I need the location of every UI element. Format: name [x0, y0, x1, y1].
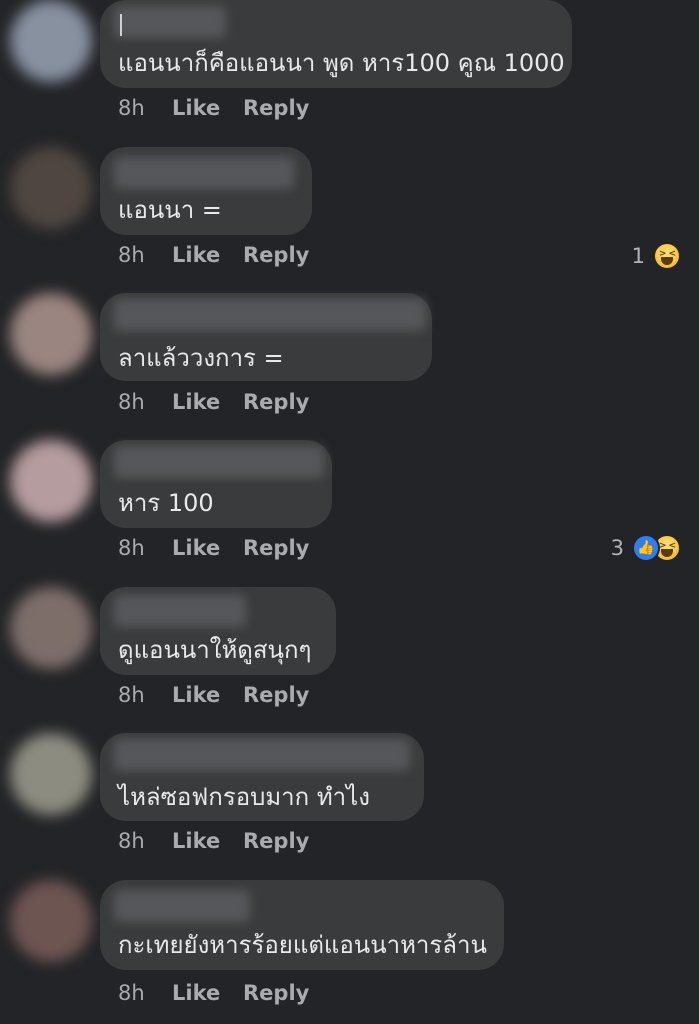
like-button[interactable]: Like — [172, 683, 243, 707]
avatar[interactable] — [10, 293, 92, 375]
comment-time[interactable]: 8h — [118, 981, 172, 1005]
comment-bubble: หาร 100 — [100, 440, 332, 528]
comment-time[interactable]: 8h — [118, 683, 172, 707]
author-name-redacted[interactable] — [114, 446, 324, 478]
reaction-summary[interactable]: 1 >< — [632, 241, 681, 271]
comment-text: ไหล่ซอฟกรอบมาก ทำไง — [118, 783, 370, 811]
author-name-redacted[interactable] — [114, 595, 246, 627]
like-button[interactable]: Like — [172, 243, 243, 267]
comment-actions: 8h Like Reply — [118, 390, 309, 414]
comment-text: กะเทยยังหารร้อยแต่แอนนาหารล้าน — [118, 931, 487, 959]
comment-actions: 8h Like Reply — [118, 536, 309, 560]
comment-time[interactable]: 8h — [118, 96, 172, 120]
reaction-summary[interactable]: 3 👍 >< — [611, 533, 681, 563]
avatar[interactable] — [10, 733, 92, 815]
author-name-redacted[interactable] — [114, 299, 426, 331]
reply-button[interactable]: Reply — [243, 243, 309, 267]
like-button[interactable]: Like — [172, 536, 243, 560]
comment-actions: 8h Like Reply — [118, 981, 309, 1005]
like-button[interactable]: Like — [172, 829, 243, 853]
avatar[interactable] — [10, 587, 92, 669]
avatar[interactable] — [10, 0, 92, 82]
reaction-count: 3 — [610, 536, 624, 560]
like-button[interactable]: Like — [172, 981, 243, 1005]
comment-text: ดูแอนนาให้ดูสนุกๆ — [118, 636, 312, 664]
like-icon: 👍 — [632, 534, 660, 562]
comment-text: แอนนาก็คือแอนนา พูด หาร100 คูณ 1000 — [118, 49, 565, 77]
like-button[interactable]: Like — [172, 96, 243, 120]
comment-bubble: ลาแล้ววงการ = — [100, 293, 432, 381]
comment-bubble: ดูแอนนาให้ดูสนุกๆ — [100, 587, 336, 675]
comment-bubble: ไหล่ซอฟกรอบมาก ทำไง — [100, 733, 424, 821]
author-name-redacted[interactable] — [114, 890, 250, 922]
author-name-redacted-mark — [120, 14, 122, 36]
author-name-redacted[interactable] — [114, 6, 226, 38]
comment-actions: 8h Like Reply — [118, 96, 309, 120]
reply-button[interactable]: Reply — [243, 536, 309, 560]
like-button[interactable]: Like — [172, 390, 243, 414]
comment-text: แอนนา = — [118, 196, 222, 224]
comment-time[interactable]: 8h — [118, 536, 172, 560]
comment-time[interactable]: 8h — [118, 390, 172, 414]
comment-text: หาร 100 — [118, 489, 214, 517]
reply-button[interactable]: Reply — [243, 96, 309, 120]
haha-icon: >< — [653, 242, 681, 270]
comment-bubble: แอนนาก็คือแอนนา พูด หาร100 คูณ 1000 — [100, 0, 572, 88]
comment-time[interactable]: 8h — [118, 243, 172, 267]
reply-button[interactable]: Reply — [243, 683, 309, 707]
author-name-redacted[interactable] — [114, 739, 410, 771]
avatar[interactable] — [10, 147, 92, 229]
comment-bubble: กะเทยยังหารร้อยแต่แอนนาหารล้าน — [100, 880, 504, 970]
reply-button[interactable]: Reply — [243, 981, 309, 1005]
comment-text: ลาแล้ววงการ = — [118, 344, 284, 372]
avatar[interactable] — [10, 440, 92, 522]
comment-actions: 8h Like Reply — [118, 683, 309, 707]
comment-time[interactable]: 8h — [118, 829, 172, 853]
comment-bubble: แอนนา = — [100, 147, 312, 235]
comment-actions: 8h Like Reply — [118, 829, 309, 853]
reply-button[interactable]: Reply — [243, 390, 309, 414]
reaction-count: 1 — [631, 244, 645, 268]
reply-button[interactable]: Reply — [243, 829, 309, 853]
author-name-redacted[interactable] — [114, 157, 294, 189]
avatar[interactable] — [10, 880, 92, 962]
comment-actions: 8h Like Reply — [118, 243, 309, 267]
